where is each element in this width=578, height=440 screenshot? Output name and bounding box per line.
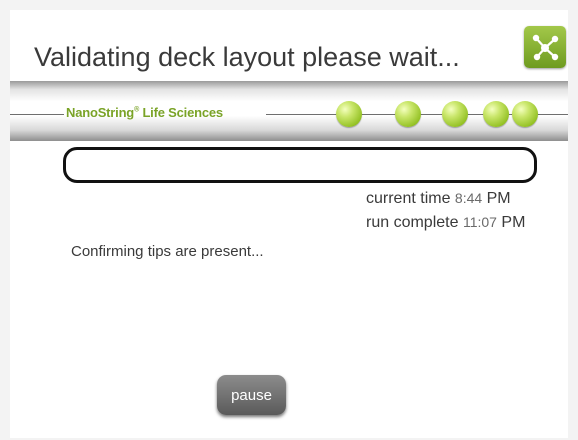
pause-button[interactable]: pause [217, 375, 286, 415]
run-complete-value: 11:07 [462, 214, 497, 230]
run-complete-row: run complete 11:07 PM [366, 214, 525, 232]
current-time-suffix: PM [486, 190, 511, 207]
current-time-label: current time [366, 190, 451, 207]
green-dot-icon [442, 101, 468, 127]
progress-bar [63, 147, 537, 183]
brand-suffix: Life Sciences [139, 105, 223, 120]
green-dot-icon [483, 101, 509, 127]
brand-logo-text: NanoString® Life Sciences [66, 105, 223, 120]
brand-banner: NanoString® Life Sciences [10, 81, 568, 141]
current-time-value: 8:44 [454, 190, 483, 206]
run-complete-suffix: PM [501, 214, 526, 231]
validation-screen: Validating deck layout please wait... Na… [10, 10, 568, 438]
green-dot-icon [336, 101, 362, 127]
green-dot-icon [512, 101, 538, 127]
run-complete-label: run complete [366, 214, 459, 231]
status-message: Confirming tips are present... [71, 243, 264, 260]
page-title: Validating deck layout please wait... [34, 42, 460, 72]
brand-name: NanoString [66, 105, 135, 120]
green-dot-icon [395, 101, 421, 127]
current-time-row: current time 8:44 PM [366, 190, 511, 208]
network-nodes-icon[interactable] [524, 26, 566, 68]
banner-line-left [10, 114, 64, 115]
